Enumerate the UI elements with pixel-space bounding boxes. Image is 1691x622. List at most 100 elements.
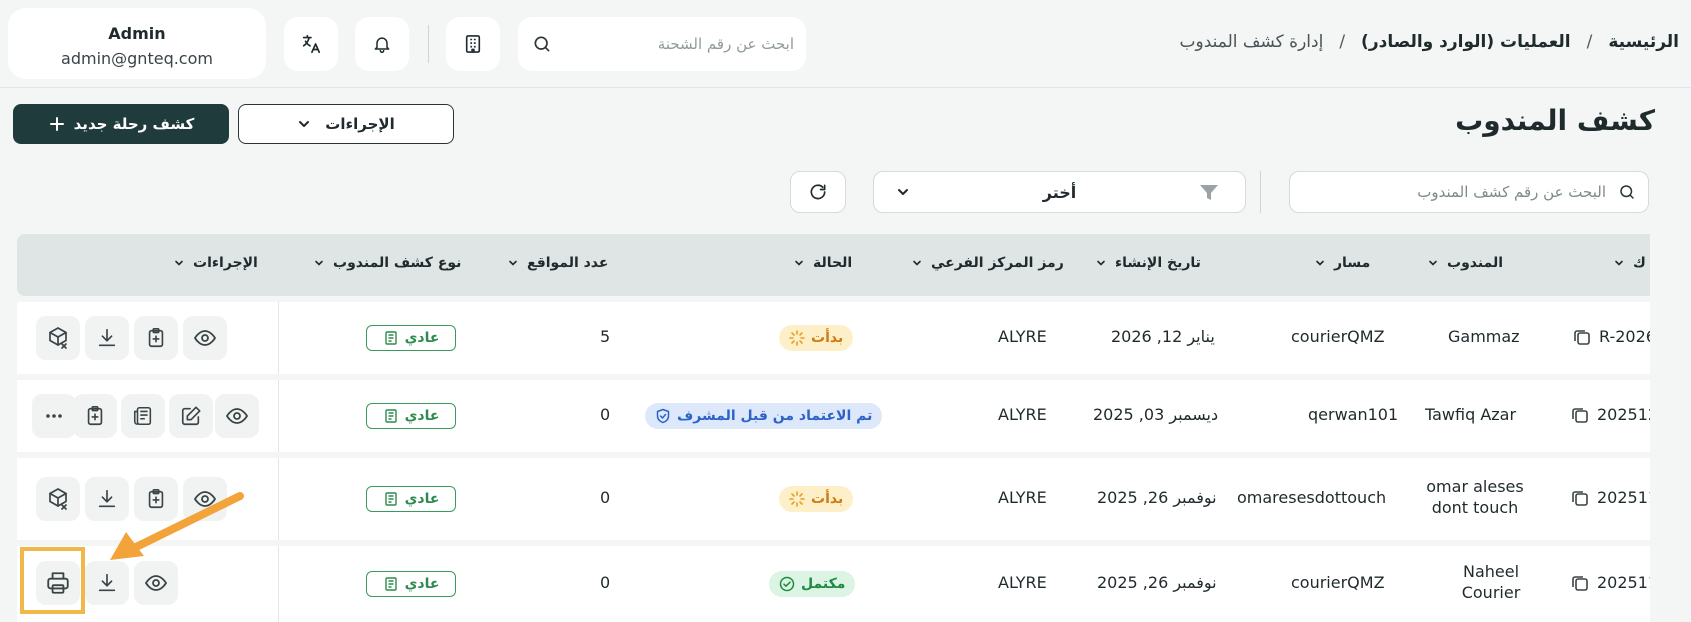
manifest-type-label: عادي — [404, 576, 440, 592]
route-name: omaresesdottouch — [1237, 488, 1387, 507]
shield-check-icon — [655, 408, 671, 424]
header-status-label: الحالة — [813, 255, 853, 271]
user-name: Admin — [108, 24, 166, 43]
manifest-search[interactable] — [1289, 171, 1649, 213]
language-button[interactable] — [284, 17, 338, 71]
check-circle-icon — [779, 576, 795, 592]
cancel-shipment-button[interactable] — [36, 316, 80, 360]
refresh-button[interactable] — [790, 171, 846, 213]
courier-name-line1: omar aleses — [1426, 477, 1524, 496]
courier-name: Gammaz — [1448, 327, 1520, 346]
sort-chevron-icon — [173, 257, 185, 269]
plus-icon — [48, 115, 66, 133]
page-title: كشف المندوب — [1455, 104, 1655, 137]
user-email: admin@gnteq.com — [61, 49, 213, 68]
loader-icon — [789, 491, 805, 507]
header-courier[interactable]: المندوب — [1427, 255, 1503, 271]
breadcrumb-home[interactable]: الرئيسية — [1608, 32, 1679, 52]
loader-icon — [789, 330, 805, 346]
eye-icon — [144, 571, 168, 595]
new-manifest-button[interactable]: كشف رحلة جديد — [13, 104, 229, 144]
bulk-actions-dropdown[interactable]: الإجراءات — [238, 104, 454, 144]
created-date: نوفمبر 26, 2025 — [1097, 488, 1217, 507]
view-button[interactable] — [183, 316, 227, 360]
edit-icon — [180, 405, 202, 427]
copy-icon[interactable] — [1571, 574, 1589, 592]
package-x-icon — [46, 326, 70, 350]
sort-chevron-icon — [1427, 257, 1439, 269]
shipment-search[interactable] — [518, 17, 806, 71]
add-to-manifest-button[interactable] — [134, 316, 178, 360]
search-icon — [1618, 183, 1636, 201]
annotation-highlight-box — [20, 547, 85, 614]
header-branch[interactable]: رمز المركز الفرعي — [911, 255, 1064, 271]
breadcrumb: الرئيسية / العمليات (الوارد والصادر) / إ… — [1180, 32, 1679, 52]
manifest-id[interactable]: 202511 — [1571, 573, 1650, 592]
view-button[interactable] — [215, 394, 259, 438]
status-label: تم الاعتماد من قبل المشرف — [677, 408, 873, 424]
bulk-actions-label: الإجراءات — [325, 115, 395, 133]
courier-name-line2: Courier — [1461, 583, 1521, 602]
manifest-id[interactable]: 202512 — [1571, 405, 1650, 424]
status-badge: بدأت — [779, 486, 854, 512]
branch-code: ALYRE — [998, 405, 1047, 424]
sort-chevron-icon — [313, 257, 325, 269]
manifest-id[interactable]: 202511 — [1571, 488, 1650, 507]
cancel-shipment-button[interactable] — [36, 477, 80, 521]
copy-icon[interactable] — [1571, 406, 1589, 424]
document-icon — [383, 491, 399, 507]
bell-icon — [372, 34, 392, 54]
manifest-id[interactable]: R-202601 — [1573, 327, 1650, 346]
branch-button[interactable] — [446, 17, 500, 71]
eye-icon — [193, 326, 217, 350]
sort-chevron-icon — [1095, 257, 1107, 269]
breadcrumb-section[interactable]: العمليات (الوارد والصادر) — [1361, 32, 1571, 52]
table-row: عادي 0 مكتمل ALYRE نوفمبر 26, 2025 couri… — [17, 546, 1650, 622]
newspaper-icon — [132, 405, 154, 427]
header-status[interactable]: الحالة — [793, 255, 852, 271]
column-divider — [278, 546, 279, 622]
status-badge: مكتمل — [769, 571, 856, 597]
header-locations[interactable]: عدد المواقع — [507, 255, 608, 271]
shipment-search-input[interactable] — [562, 17, 794, 71]
header-route[interactable]: مسار — [1314, 255, 1370, 271]
filter-select[interactable]: أختر — [873, 171, 1246, 213]
download-button[interactable] — [85, 316, 129, 360]
locations-count: 5 — [600, 327, 611, 346]
branch-code: ALYRE — [998, 327, 1047, 346]
manifest-type-badge: عادي — [366, 486, 456, 512]
manifest-type-label: عادي — [404, 330, 440, 346]
manifest-type-badge: عادي — [366, 571, 456, 597]
header-actions[interactable]: الإجراءات — [173, 255, 258, 271]
manifest-type-label: عادي — [404, 408, 440, 424]
report-button[interactable] — [121, 394, 165, 438]
route-name: qerwan101 — [1308, 405, 1399, 424]
courier-name-line1: Naheel — [1462, 562, 1520, 581]
download-icon — [96, 327, 118, 349]
header-id[interactable]: ك — [1613, 255, 1646, 271]
notifications-button[interactable] — [355, 17, 409, 71]
created-date: يناير 12, 2026 — [1111, 327, 1215, 346]
copy-icon[interactable] — [1573, 328, 1591, 346]
manifest-id-text: 202511 — [1597, 573, 1650, 592]
header-type-label: نوع كشف المندوب — [333, 255, 462, 271]
manifest-type-badge: عادي — [366, 325, 456, 351]
manifest-search-input[interactable] — [1300, 172, 1606, 212]
edit-button[interactable] — [169, 394, 213, 438]
add-to-manifest-button[interactable] — [73, 394, 117, 438]
sort-chevron-icon — [507, 257, 519, 269]
manifest-table: الإجراءات نوع كشف المندوب عدد المواقع ال… — [17, 234, 1650, 622]
route-name: courierQMZ — [1291, 573, 1385, 592]
manifest-id-text: 202511 — [1597, 488, 1650, 507]
locations-count: 0 — [600, 573, 611, 592]
header-id-label: ك — [1633, 255, 1646, 271]
locations-count: 0 — [600, 405, 611, 424]
header-type[interactable]: نوع كشف المندوب — [313, 255, 461, 271]
more-options-button[interactable] — [32, 394, 76, 438]
status-label: بدأت — [811, 491, 844, 507]
document-icon — [383, 330, 399, 346]
copy-icon[interactable] — [1571, 489, 1589, 507]
user-card[interactable]: Admin admin@gnteq.com — [8, 8, 266, 79]
header-created[interactable]: تاريخ الإنشاء — [1095, 255, 1201, 271]
status-label: مكتمل — [801, 576, 846, 592]
